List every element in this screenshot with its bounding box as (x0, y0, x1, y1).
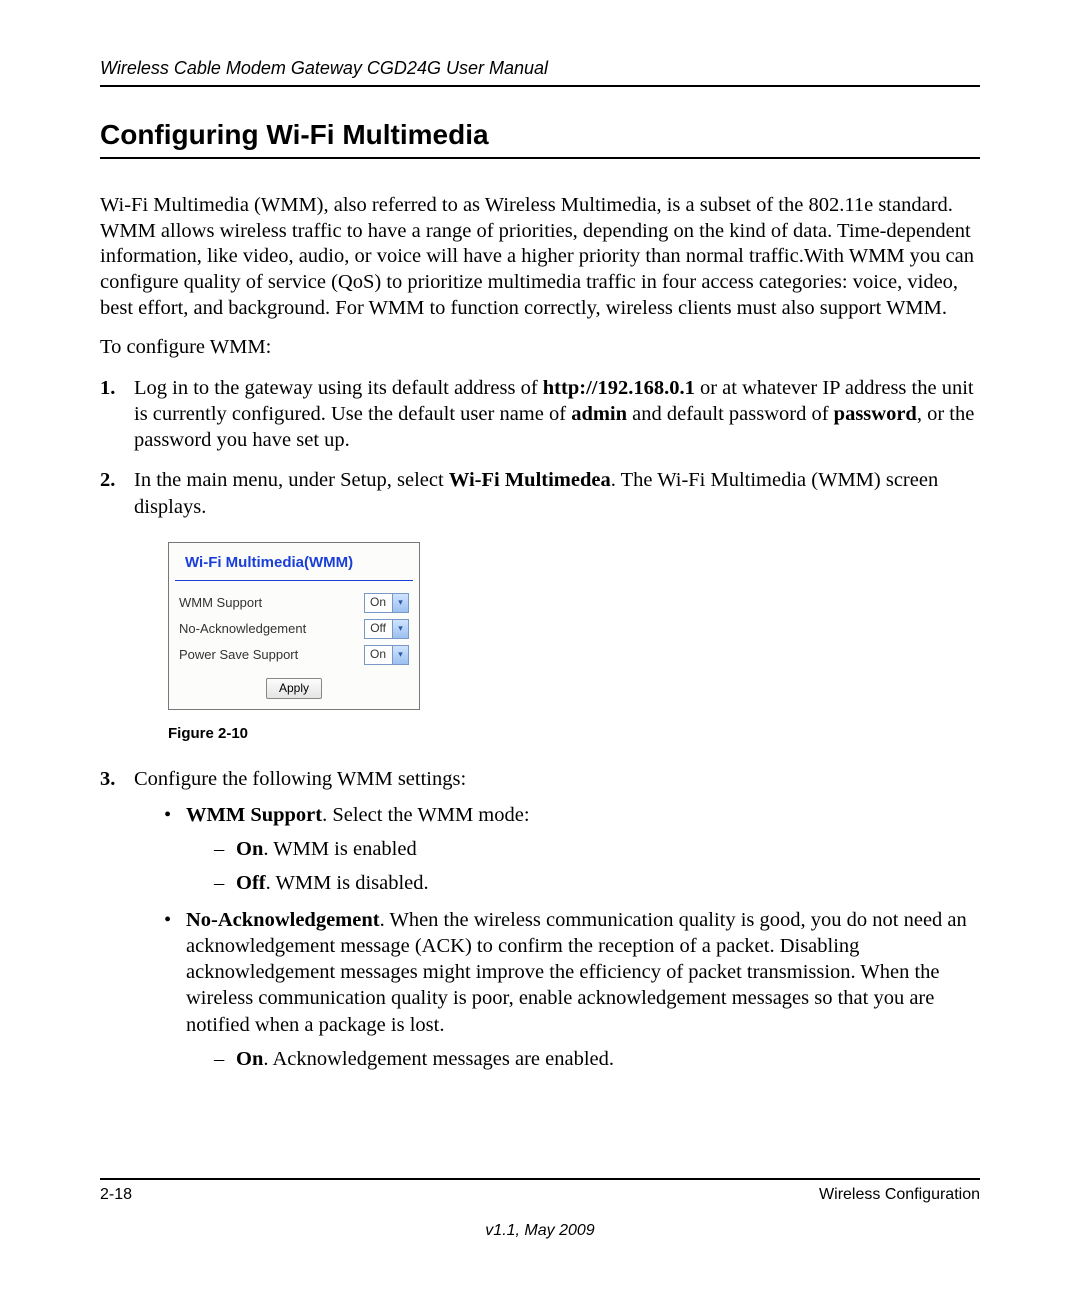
noack-options: On. Acknowledgement messages are enabled… (186, 1046, 980, 1072)
wmm-panel: Wi-Fi Multimedia(WMM) WMM Support On ▾ N… (168, 542, 420, 711)
footer-rule (100, 1178, 980, 1180)
step-number: 1. (100, 375, 115, 401)
wmm-off-option: Off. WMM is disabled. (214, 870, 980, 896)
no-ack-select[interactable]: Off ▾ (364, 619, 409, 639)
select-value: On (365, 595, 392, 610)
power-save-label: Power Save Support (179, 647, 298, 664)
setting-text: . Select the WMM mode: (322, 804, 529, 826)
wmm-support-row: WMM Support On ▾ (179, 593, 409, 613)
chevron-down-icon: ▾ (392, 646, 408, 664)
admin-text: admin (571, 403, 627, 425)
option-text: . WMM is enabled (263, 838, 416, 860)
chevron-down-icon: ▾ (392, 620, 408, 638)
noack-on-option: On. Acknowledgement messages are enabled… (214, 1046, 980, 1072)
wmm-on-option: On. WMM is enabled (214, 836, 980, 862)
lead-text: To configure WMM: (100, 335, 980, 361)
running-header: Wireless Cable Modem Gateway CGD24G User… (100, 58, 980, 79)
intro-paragraph: Wi-Fi Multimedia (WMM), also referred to… (100, 193, 980, 321)
step-text: In the main menu, under Setup, select (134, 469, 449, 491)
password-text: password (834, 403, 917, 425)
setting-wmm-support: WMM Support. Select the WMM mode: On. WM… (164, 802, 980, 897)
section-name: Wireless Configuration (819, 1186, 980, 1204)
option-label: On (236, 1048, 263, 1070)
step-text: Log in to the gateway using its default … (134, 377, 543, 399)
option-text: . Acknowledgement messages are enabled. (263, 1048, 614, 1070)
step-text: and default password of (627, 403, 834, 425)
header-rule (100, 85, 980, 87)
version-text: v1.1, May 2009 (100, 1222, 980, 1240)
page-footer: 2-18 Wireless Configuration v1.1, May 20… (100, 1178, 980, 1240)
figure-caption: Figure 2-10 (168, 724, 980, 743)
step-2: 2. In the main menu, under Setup, select… (100, 467, 980, 743)
power-save-select[interactable]: On ▾ (364, 645, 409, 665)
select-value: Off (365, 621, 392, 636)
no-ack-row: No-Acknowledgement Off ▾ (179, 619, 409, 639)
panel-title: Wi-Fi Multimedia(WMM) (175, 543, 413, 581)
wmm-support-label: WMM Support (179, 595, 262, 612)
wmm-support-select[interactable]: On ▾ (364, 593, 409, 613)
wmm-options: On. WMM is enabled Off. WMM is disabled. (186, 836, 980, 896)
option-text: . WMM is disabled. (266, 872, 429, 894)
setting-label: No-Acknowledgement (186, 909, 380, 931)
step-1: 1. Log in to the gateway using its defau… (100, 375, 980, 454)
menu-name: Wi-Fi Multimedea (449, 469, 611, 491)
panel-body: WMM Support On ▾ No-Acknowledgement Off … (169, 581, 419, 709)
settings-list: WMM Support. Select the WMM mode: On. WM… (134, 802, 980, 1072)
apply-button[interactable]: Apply (266, 678, 322, 699)
step-number: 2. (100, 467, 115, 493)
no-ack-label: No-Acknowledgement (179, 621, 306, 638)
chevron-down-icon: ▾ (392, 594, 408, 612)
steps-list: 1. Log in to the gateway using its defau… (100, 375, 980, 1072)
option-label: On (236, 838, 263, 860)
apply-row: Apply (179, 673, 409, 699)
setting-no-ack: No-Acknowledgement. When the wireless co… (164, 907, 980, 1072)
section-title: Configuring Wi-Fi Multimedia (100, 119, 980, 151)
title-rule (100, 157, 980, 159)
select-value: On (365, 647, 392, 662)
page-number: 2-18 (100, 1186, 132, 1204)
setting-label: WMM Support (186, 804, 322, 826)
url-text: http://192.168.0.1 (543, 377, 695, 399)
step-number: 3. (100, 766, 115, 792)
step-text: Configure the following WMM settings: (134, 768, 466, 790)
step-3: 3. Configure the following WMM settings:… (100, 766, 980, 1072)
power-save-row: Power Save Support On ▾ (179, 645, 409, 665)
option-label: Off (236, 872, 266, 894)
